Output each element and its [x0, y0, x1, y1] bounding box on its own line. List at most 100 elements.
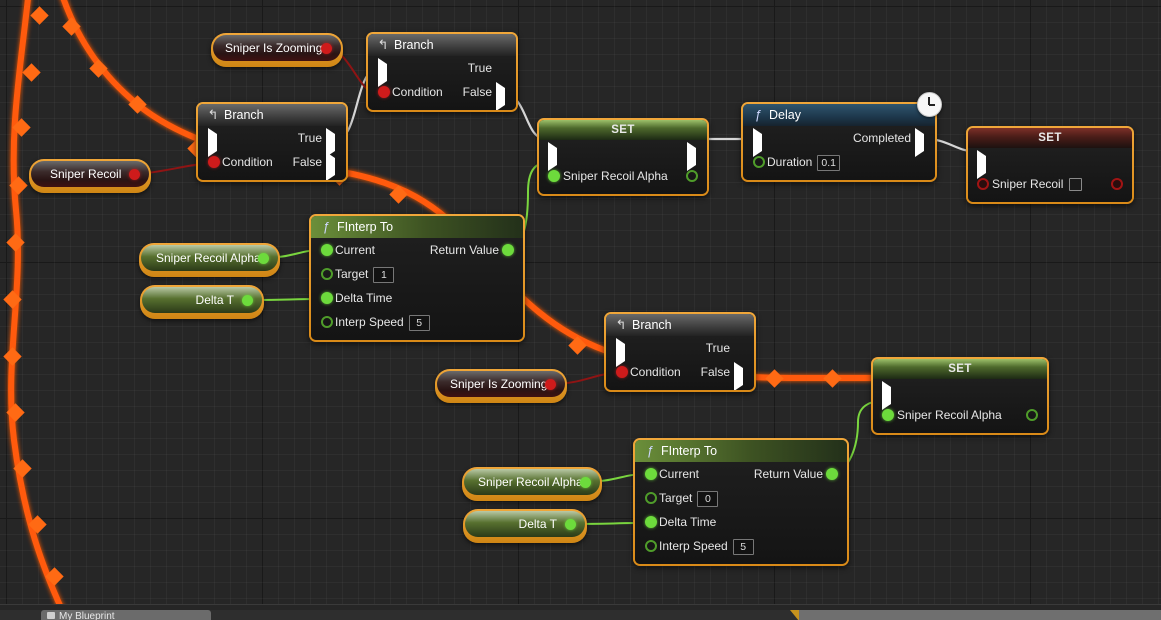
node-delay[interactable]: ƒ Delay Completed Duration 0.1	[741, 102, 937, 182]
pin-row-value: Sniper Recoil Alpha	[873, 403, 1047, 427]
exec-input-pin[interactable]	[548, 142, 559, 171]
node-title: Branch	[632, 318, 672, 332]
node-header: ƒ FInterp To	[311, 216, 523, 238]
bool-input-pin-condition[interactable]	[378, 86, 390, 98]
interp-speed-value-field[interactable]: 5	[732, 538, 754, 555]
bool-input-pin-condition[interactable]	[616, 366, 628, 378]
pin-row-exec	[968, 148, 1132, 179]
set-variable-label: Sniper Recoil Alpha	[563, 169, 668, 183]
target-value-field[interactable]: 0	[697, 490, 719, 507]
node-branch-top[interactable]: ↰ Branch True Condition False	[366, 32, 518, 112]
duration-text: Duration	[767, 155, 813, 169]
float-output-pin[interactable]	[565, 519, 576, 530]
bool-output-pin[interactable]	[321, 43, 332, 54]
tab-my-blueprint[interactable]: My Blueprint	[41, 610, 211, 620]
node-header: ↰ Branch	[368, 34, 516, 56]
bool-input-pin[interactable]	[977, 178, 989, 190]
exec-input-pin[interactable]	[208, 128, 219, 157]
node-branch-mid[interactable]: ↰ Branch True Condition False	[604, 312, 756, 392]
float-input-pin[interactable]	[882, 409, 894, 421]
exec-output-pin-false[interactable]	[326, 152, 337, 180]
float-input-pin-current[interactable]	[645, 468, 657, 480]
float-input-pin-duration[interactable]	[753, 156, 765, 168]
node-title: FInterp To	[661, 444, 718, 458]
node-header: ƒ FInterp To	[635, 440, 847, 462]
branch-c-icon: ↰	[377, 37, 389, 52]
exec-output-pin-true[interactable]	[734, 341, 745, 354]
bool-output-pin[interactable]	[545, 379, 556, 390]
exec-output-pin[interactable]	[1112, 153, 1123, 166]
pin-label-interp-speed: Interp Speed 5	[335, 310, 430, 334]
bool-value-checkbox[interactable]	[1069, 178, 1083, 192]
branch-c-icon: ↰	[207, 107, 219, 122]
exec-output-pin-false[interactable]	[734, 362, 745, 390]
exec-input-pin[interactable]	[882, 381, 893, 410]
float-output-pin[interactable]	[1026, 409, 1038, 421]
bool-input-pin-condition[interactable]	[208, 156, 220, 168]
function-f-icon: ƒ	[322, 220, 330, 234]
float-output-pin[interactable]	[258, 253, 269, 264]
exec-input-pin[interactable]	[378, 58, 389, 87]
float-input-pin-current[interactable]	[321, 244, 333, 256]
variable-label: Delta T	[195, 293, 234, 307]
node-title: Branch	[224, 108, 264, 122]
float-output-pin[interactable]	[686, 170, 698, 182]
pin-label-duration: Duration 0.1	[767, 150, 840, 174]
node-finterp-to-bottom[interactable]: ƒ FInterp To Current Return Value Target 0	[633, 438, 849, 566]
pin-row-target: Target 1	[311, 262, 523, 286]
float-input-pin-delta-time[interactable]	[321, 292, 333, 304]
float-input-pin[interactable]	[548, 170, 560, 182]
pin-label-current: Current	[659, 467, 700, 481]
pin-row-current: Current Return Value	[635, 462, 847, 486]
target-value-field[interactable]: 1	[373, 266, 395, 283]
pin-label-interp-speed: Interp Speed 5	[659, 534, 754, 558]
float-input-pin-interp-speed[interactable]	[645, 540, 657, 552]
blueprint-graph-canvas[interactable]: Sniper Is Zooming Sniper Recoil Sniper R…	[0, 0, 1161, 604]
tab-strip: My Blueprint	[0, 610, 1161, 620]
tab-label: My Blueprint	[59, 611, 115, 620]
node-set-sniper-recoil-alpha-bottom[interactable]: SET Sniper Recoil Alpha	[871, 357, 1049, 435]
exec-output-pin-completed[interactable]	[915, 128, 926, 157]
node-branch-left[interactable]: ↰ Branch True Condition False	[196, 102, 348, 182]
float-output-pin-return-value[interactable]	[502, 244, 514, 256]
float-input-pin-target[interactable]	[645, 492, 657, 504]
variable-label: Sniper Is Zooming	[225, 41, 323, 55]
variable-label: Sniper Recoil Alpha	[156, 251, 261, 265]
exec-input-pin[interactable]	[977, 150, 988, 179]
float-input-pin-target[interactable]	[321, 268, 333, 280]
interp-speed-text: Interp Speed	[335, 315, 404, 329]
float-output-pin-return-value[interactable]	[826, 468, 838, 480]
node-set-sniper-recoil[interactable]: SET Sniper Recoil	[966, 126, 1134, 204]
duration-value-field[interactable]: 0.1	[817, 154, 840, 171]
exec-input-pin[interactable]	[616, 338, 627, 367]
float-input-pin-delta-time[interactable]	[645, 516, 657, 528]
variable-node-sniper-is-zooming-top[interactable]: Sniper Is Zooming	[211, 33, 343, 67]
float-output-pin[interactable]	[580, 477, 591, 488]
exec-input-pin[interactable]	[753, 128, 764, 157]
variable-node-delta-t-top[interactable]: Delta T	[140, 285, 264, 319]
node-title: Branch	[394, 38, 434, 52]
variable-node-sniper-recoil-alpha-top[interactable]: Sniper Recoil Alpha	[139, 243, 280, 277]
interp-speed-value-field[interactable]: 5	[408, 314, 430, 331]
exec-output-pin-true[interactable]	[496, 61, 507, 74]
exec-output-pin-false[interactable]	[496, 82, 507, 110]
pin-label-condition: Condition	[392, 85, 443, 99]
bool-output-pin[interactable]	[1111, 178, 1123, 190]
variable-node-delta-t-bottom[interactable]: Delta T	[463, 509, 587, 543]
variable-label: Sniper Recoil	[50, 167, 122, 181]
exec-output-pin-true[interactable]	[326, 128, 337, 157]
variable-label: Delta T	[518, 517, 557, 531]
float-input-pin-interp-speed[interactable]	[321, 316, 333, 328]
exec-output-pin[interactable]	[687, 142, 698, 171]
exec-output-pin[interactable]	[1027, 384, 1038, 397]
float-output-pin[interactable]	[242, 295, 253, 306]
variable-node-sniper-recoil-alpha-bottom[interactable]: Sniper Recoil Alpha	[462, 467, 602, 501]
node-set-sniper-recoil-alpha-top[interactable]: SET Sniper Recoil Alpha	[537, 118, 709, 196]
variable-label: Sniper Recoil Alpha	[478, 475, 583, 489]
variable-node-sniper-recoil[interactable]: Sniper Recoil	[29, 159, 151, 193]
variable-node-sniper-is-zooming-mid[interactable]: Sniper Is Zooming	[435, 369, 567, 403]
interp-speed-text: Interp Speed	[659, 539, 728, 553]
blueprint-icon	[47, 612, 55, 619]
node-finterp-to-top[interactable]: ƒ FInterp To Current Return Value Target 1	[309, 214, 525, 342]
bool-output-pin[interactable]	[129, 169, 140, 180]
